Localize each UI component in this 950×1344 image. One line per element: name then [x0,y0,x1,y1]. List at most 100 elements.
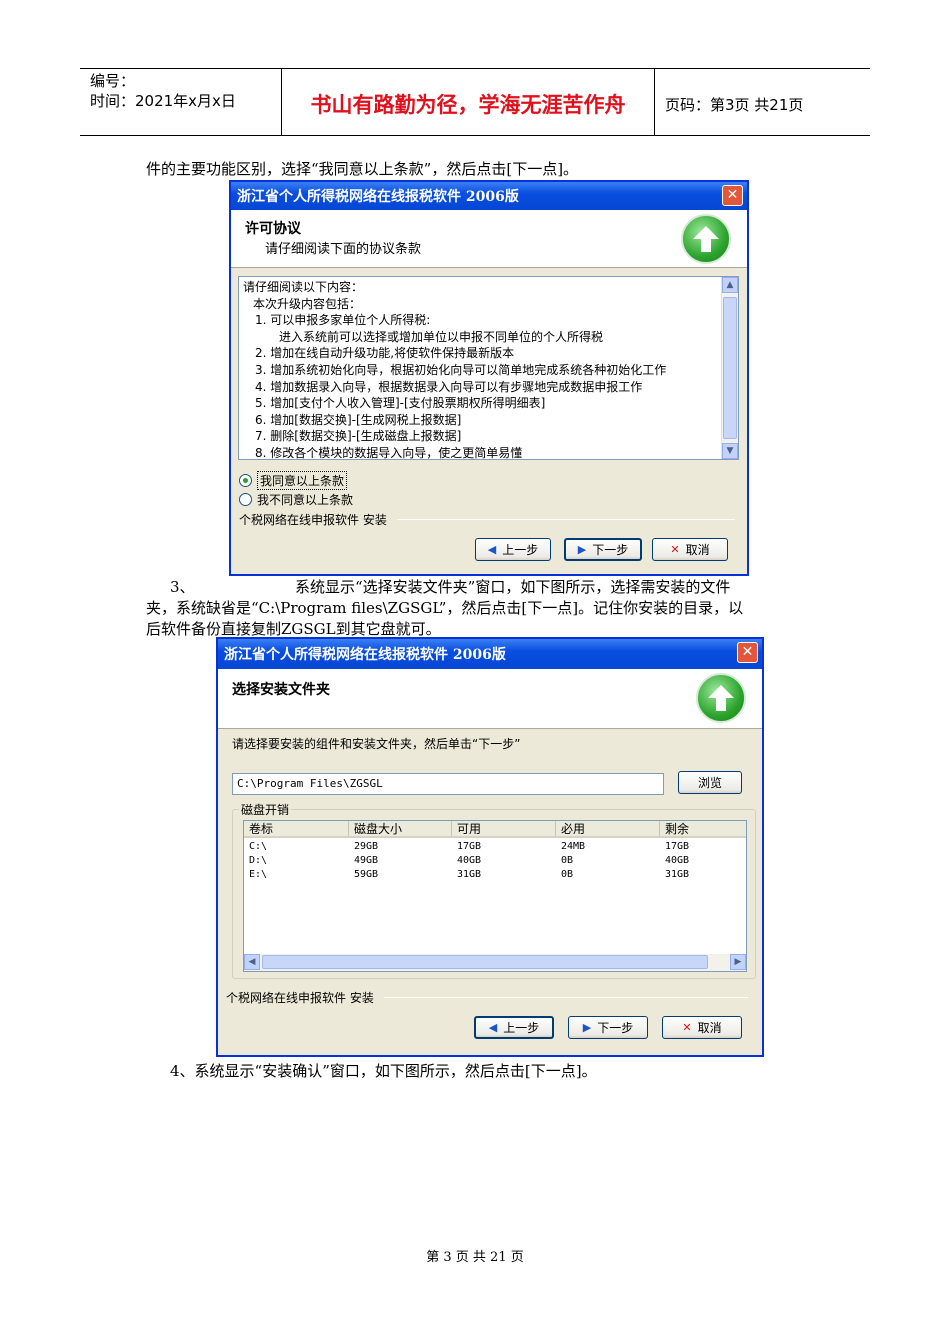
cell: 59GB [354,869,379,880]
cell: 49GB [354,855,379,866]
agreement-line: 5. 增加[支付个人收入管理]-[支付股票期权所得明细表] [255,396,546,411]
disk-listview[interactable]: 卷标 磁盘大小 可用 必用 剩余 C:\ 29GB 17GB 24MB 17GB… [243,820,747,972]
dialog-titlebar: 浙江省个人所得税网络在线报税软件 2006版 ✕ [231,182,747,210]
horizontal-scrollbar[interactable]: ◀ ▶ [244,954,746,971]
installer-label: 个税网络在线申报软件 安装 [239,511,735,528]
agreement-line: 请仔细阅读以下内容： [243,280,364,294]
cell: 40GB [457,855,482,866]
col-header[interactable]: 必用 [556,821,660,836]
time-label: 时间：2021年x月x日 [90,92,236,110]
dialog-banner: 选择安装文件夹 [218,669,762,729]
cancel-button[interactable]: ✕ 取消 [662,1016,742,1039]
back-label: 上一步 [502,543,539,557]
page-header: 编号： 时间：2021年x月x日 书山有路勤为径，学海无涯苦作舟 页码：第3页 … [80,68,870,136]
license-dialog: 浙江省个人所得税网络在线报税软件 2006版 ✕ 许可协议 请仔细阅读下面的协议… [229,180,749,576]
radio-empty-icon [239,493,252,506]
divider [396,519,735,520]
dialog-banner: 许可协议 请仔细阅读下面的协议条款 [231,210,747,268]
scroll-right-icon[interactable]: ▶ [730,954,746,970]
install-path-input[interactable]: C:\Program Files\ZGSGL [232,773,664,795]
agreement-line: 8. 修改各个模块的数据导入向导，使之更简单易懂 [255,445,523,460]
banner-subheading: 请仔细阅读下面的协议条款 [265,242,422,257]
dialog-title: 浙江省个人所得税网络在线报税软件 2006版 [237,189,519,205]
col-header[interactable]: 可用 [452,821,556,836]
next-label: 下一步 [592,543,629,557]
header-motto: 书山有路勤为径，学海无涯苦作舟 [282,69,655,135]
next-button[interactable]: ▶ 下一步 [568,1016,648,1039]
scroll-thumb[interactable] [723,297,737,439]
cell: 17GB [665,841,690,852]
agreement-line: 3. 增加系统初始化向导，根据初始化向导可以简单地完成系统各种初始化工作 [255,362,667,377]
disagree-label: 我不同意以上条款 [257,493,354,507]
installer-label: 个税网络在线申报软件 安装 [226,989,748,1006]
install-folder-dialog: 浙江省个人所得税网络在线报税软件 2006版 ✕ 选择安装文件夹 请选择要安装的… [216,637,764,1057]
step3-line2: 夹，系统缺省是“C:\Program files\ZGSGL”，然后点击[下一点… [146,599,744,617]
back-arrow-icon: ◀ [488,1021,498,1034]
disagree-radio[interactable]: 我不同意以上条款 [239,491,353,508]
cancel-label: 取消 [685,543,710,557]
listview-header: 卷标 磁盘大小 可用 必用 剩余 [244,821,746,838]
close-button[interactable]: ✕ [737,642,758,663]
step3-line1: 系统显示“选择安装文件夹”窗口，如下图所示，选择需安装的文件 [295,578,731,596]
installer-label-text: 个税网络在线申报软件 安装 [239,513,387,527]
back-arrow-icon: ◀ [487,543,497,556]
vertical-scrollbar[interactable]: ▲ ▼ [721,277,738,459]
agreement-textbox[interactable]: 请仔细阅读以下内容： 本次升级内容包括： 1. 可以申报多家单位个人所得税: 进… [238,276,739,460]
scroll-left-icon[interactable]: ◀ [244,954,260,970]
cell: 40GB [665,855,690,866]
cancel-x-icon: ✕ [670,543,680,556]
col-header[interactable]: 卷标 [244,821,349,836]
cell: 17GB [457,841,482,852]
cancel-x-icon: ✕ [682,1021,692,1034]
agreement-line: 6. 增加[数据交换]-[生成网税上报数据] [255,412,462,427]
cell: C:\ [249,841,268,852]
next-arrow-icon: ▶ [582,1021,592,1034]
back-label: 上一步 [503,1021,540,1035]
back-button[interactable]: ◀ 上一步 [475,538,551,561]
agree-label: 我同意以上条款 [257,471,348,490]
cell: 24MB [561,841,586,852]
agreement-line: 4. 增加数据录入向导，根据数据录入向导可以有步骤地完成数据申报工作 [255,379,643,394]
table-row[interactable]: E:\ 59GB 31GB 0B 31GB [244,869,740,880]
banner-heading: 许可协议 [245,221,301,237]
back-button[interactable]: ◀ 上一步 [474,1016,554,1039]
scroll-thumb[interactable] [262,955,708,969]
dialog-titlebar: 浙江省个人所得税网络在线报税软件 2006版 ✕ [218,639,762,669]
header-meta: 编号： 时间：2021年x月x日 [80,69,282,135]
disk-usage-legend: 磁盘开销 [239,801,292,818]
step4-text: 4、系统显示“安装确认”窗口，如下图所示，然后点击[下一点]。 [170,1062,597,1080]
disk-usage-group: 磁盘开销 卷标 磁盘大小 可用 必用 剩余 C:\ 29GB 17GB 24MB… [232,801,756,979]
table-row[interactable]: C:\ 29GB 17GB 24MB 17GB [244,841,740,852]
header-page-code: 页码：第3页 共21页 [665,95,804,114]
col-header[interactable]: 磁盘大小 [349,821,452,836]
agree-radio[interactable]: 我同意以上条款 [239,471,348,490]
browse-button[interactable]: 浏览 [678,771,742,794]
col-header[interactable]: 剩余 [660,821,746,836]
cancel-label: 取消 [697,1021,722,1035]
close-button[interactable]: ✕ [722,185,743,206]
instruction-text: 请选择要安装的组件和安装文件夹，然后单击“下一步” [232,737,521,751]
agreement-line: 1. 可以申报多家单位个人所得税: [255,313,431,328]
paragraph-intro: 件的主要功能区别，选择“我同意以上条款”，然后点击[下一点]。 [146,160,579,178]
up-arrow-icon [681,214,731,264]
agreement-line: 7. 删除[数据交换]-[生成磁盘上报数据] [255,429,462,444]
divider [383,997,748,998]
cell: 31GB [665,869,690,880]
scroll-up-icon[interactable]: ▲ [722,277,738,293]
cancel-button[interactable]: ✕ 取消 [652,538,728,561]
next-arrow-icon: ▶ [577,543,587,556]
banner-heading: 选择安装文件夹 [232,682,330,698]
installer-label-text: 个税网络在线申报软件 安装 [226,991,374,1005]
radio-selected-icon [239,474,252,487]
cell: 29GB [354,841,379,852]
cell: 31GB [457,869,482,880]
page-footer: 第 3 页 共 21 页 [426,1250,524,1265]
next-button[interactable]: ▶ 下一步 [564,538,642,561]
scroll-down-icon[interactable]: ▼ [722,443,738,459]
number-label: 编号： [90,72,136,90]
cell: D:\ [249,855,268,866]
next-label: 下一步 [597,1021,634,1035]
cell: E:\ [249,869,268,880]
up-arrow-icon [696,673,746,723]
table-row[interactable]: D:\ 49GB 40GB 0B 40GB [244,855,740,866]
